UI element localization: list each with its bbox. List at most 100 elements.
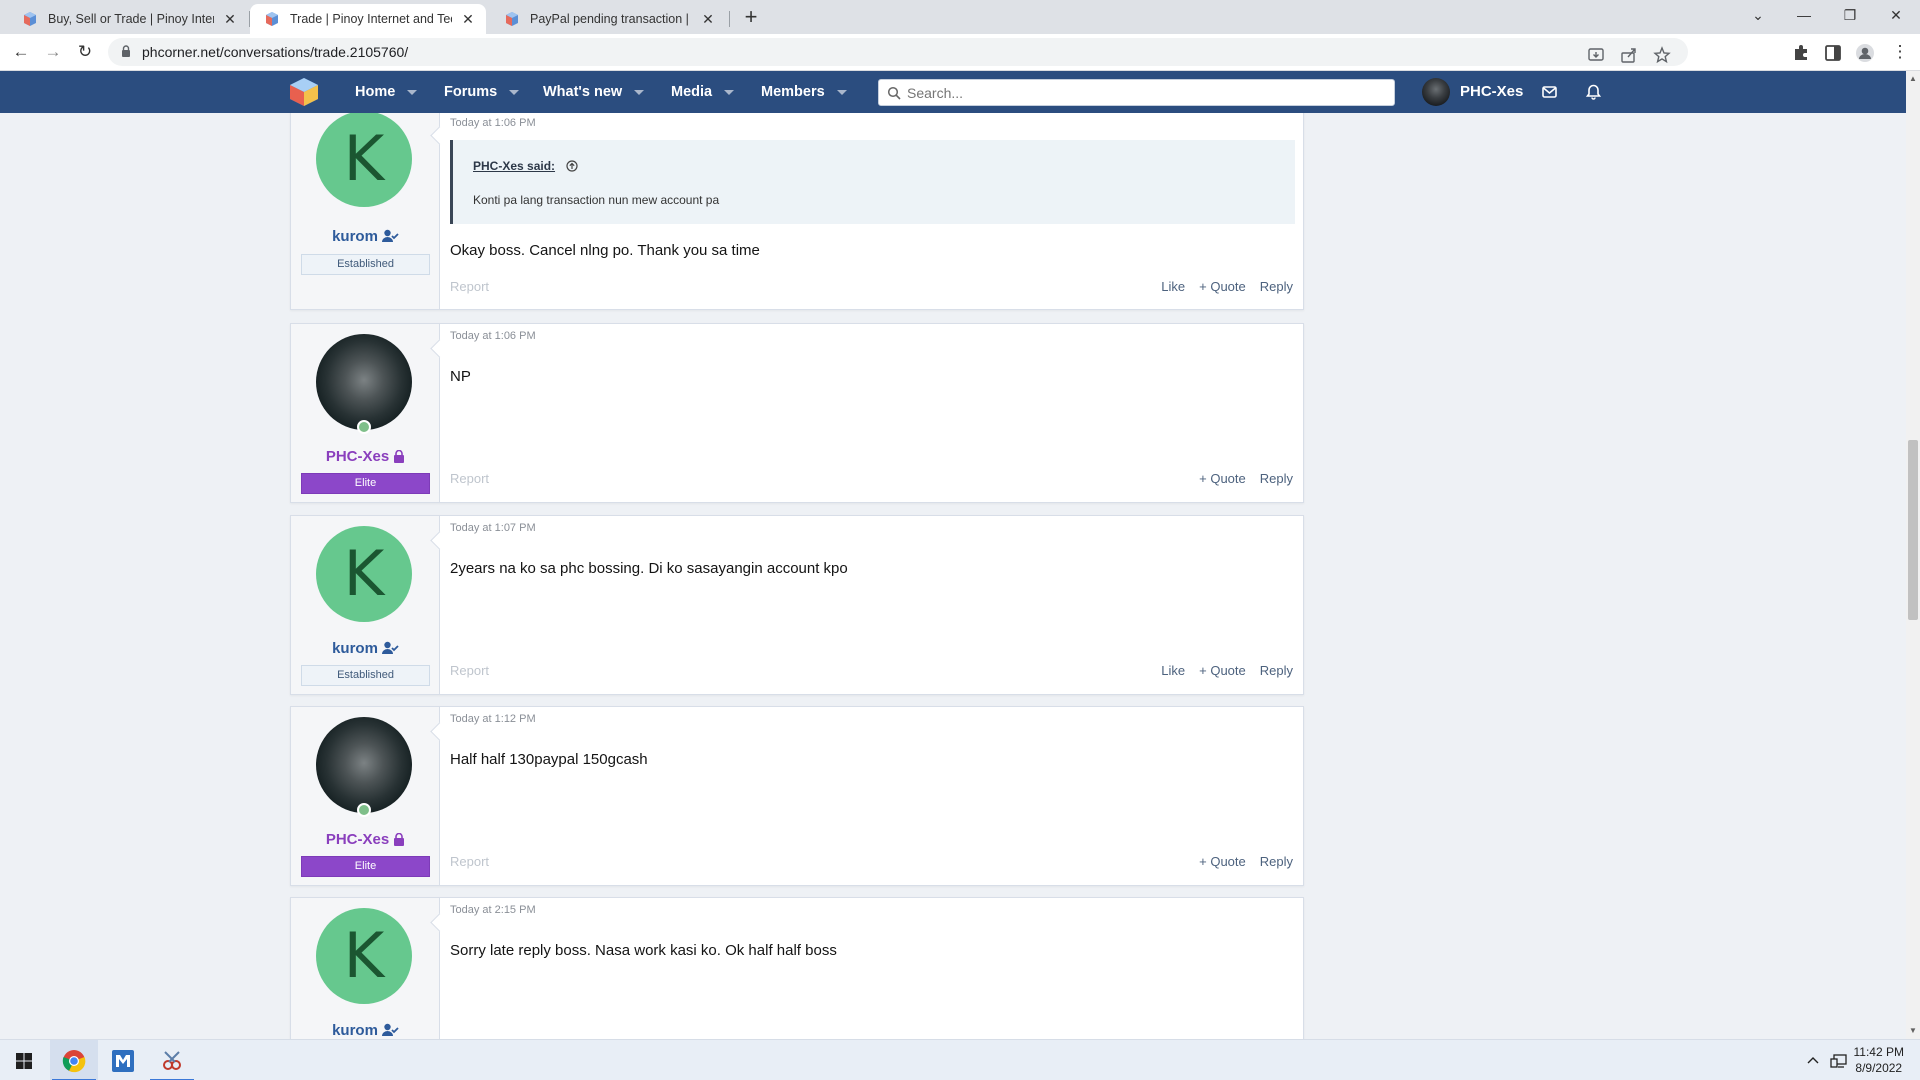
bell-icon[interactable] [1585, 84, 1602, 100]
avatar[interactable]: K [316, 908, 412, 1004]
message-time[interactable]: Today at 1:07 PM [450, 522, 536, 534]
quote-link[interactable]: + Quote [1199, 854, 1246, 869]
reply-link[interactable]: Reply [1260, 471, 1293, 486]
nav-media[interactable]: Media [671, 71, 735, 113]
message-main: Today at 1:07 PM 2years na ko sa phc bos… [450, 516, 1303, 694]
tray-chevron-up-icon[interactable] [1805, 1053, 1821, 1069]
quote-link[interactable]: + Quote [1199, 471, 1246, 486]
lock-icon [394, 832, 405, 846]
reply-link[interactable]: Reply [1260, 279, 1293, 294]
message-username[interactable]: kurom [291, 228, 440, 245]
message-user-cell: K kurom [291, 898, 440, 1039]
install-app-icon[interactable] [1587, 46, 1605, 64]
omnibox[interactable]: phcorner.net/conversations/trade.2105760… [108, 38, 1688, 66]
like-link[interactable]: Like [1161, 663, 1185, 678]
network-display-icon[interactable] [1830, 1053, 1847, 1069]
browser-tab[interactable]: Buy, Sell or Trade | Pinoy Internet ✕ [8, 4, 248, 34]
report-link[interactable]: Report [450, 279, 489, 294]
nav-members[interactable]: Members [761, 71, 847, 113]
like-link[interactable]: Like [1161, 279, 1185, 294]
quote-text: Konti pa lang transaction nun mew accoun… [473, 193, 720, 207]
message-user-cell: K kurom Established [291, 113, 440, 309]
close-tab-icon[interactable]: ✕ [700, 11, 716, 28]
menu-kebab-icon[interactable]: ⋮ [1887, 39, 1913, 65]
minimize-icon[interactable]: — [1781, 0, 1827, 32]
scroll-up-arrow-icon[interactable]: ▲ [1906, 72, 1920, 86]
windows-start-icon[interactable] [0, 1040, 48, 1080]
message-body: Okay boss. Cancel nlng po. Thank you sa … [450, 242, 760, 259]
message: PHC-Xes Elite Today at 1:06 PM NP Report… [290, 323, 1304, 503]
phcorner-favicon-icon [266, 12, 278, 26]
message-username[interactable]: PHC-Xes [291, 448, 440, 465]
reply-link[interactable]: Reply [1260, 663, 1293, 678]
message: PHC-Xes Elite Today at 1:12 PM Half half… [290, 706, 1304, 886]
report-link[interactable]: Report [450, 854, 489, 869]
online-indicator [357, 420, 371, 434]
quote-link[interactable]: + Quote [1199, 279, 1246, 294]
reply-link[interactable]: Reply [1260, 854, 1293, 869]
nav-home[interactable]: Home [355, 71, 418, 113]
scroll-down-arrow-icon[interactable]: ▼ [1906, 1024, 1920, 1038]
close-tab-icon[interactable]: ✕ [222, 11, 238, 28]
avatar[interactable] [316, 717, 412, 813]
avatar[interactable]: K [316, 526, 412, 622]
caret-down-icon[interactable] [724, 89, 735, 95]
message-time[interactable]: Today at 2:15 PM [450, 904, 536, 916]
forward-arrow-icon[interactable]: → [40, 39, 66, 65]
message-main: Today at 1:06 PM PHC-Xes said: Konti pa … [450, 113, 1303, 309]
report-link[interactable]: Report [450, 663, 489, 678]
browser-tab-active[interactable]: Trade | Pinoy Internet and Techno ✕ [250, 4, 486, 34]
report-link[interactable]: Report [450, 471, 489, 486]
message-actions: Report Like + Quote Reply [450, 279, 1293, 297]
phcorner-logo[interactable] [287, 76, 321, 108]
reload-icon[interactable]: ↻ [72, 39, 98, 65]
message-username[interactable]: kurom [291, 1022, 440, 1039]
app-m-taskbar-icon[interactable] [99, 1040, 147, 1080]
lock-icon [122, 45, 130, 57]
side-panel-icon[interactable] [1823, 43, 1843, 63]
close-tab-icon[interactable]: ✕ [460, 11, 476, 28]
caret-down-icon[interactable] [407, 89, 418, 95]
profile-icon[interactable] [1855, 43, 1875, 63]
message-actions: Report Like + Quote Reply [450, 663, 1293, 681]
avatar[interactable]: K [316, 113, 412, 207]
extensions-puzzle-icon[interactable] [1791, 43, 1811, 63]
message-time[interactable]: Today at 1:12 PM [450, 713, 536, 725]
header-username[interactable]: PHC-Xes [1460, 83, 1523, 100]
snipping-tool-taskbar-icon[interactable] [148, 1040, 196, 1080]
scrollbar-thumb[interactable] [1908, 440, 1918, 620]
username-text: kurom [332, 640, 378, 657]
message-time[interactable]: Today at 1:06 PM [450, 330, 536, 342]
nav-whats-new[interactable]: What's new [543, 71, 645, 113]
browser-tab[interactable]: PayPal pending transaction | Pinoy ✕ [490, 4, 726, 34]
user-check-icon [381, 1023, 399, 1036]
inbox-envelope-icon[interactable] [1541, 84, 1558, 100]
nav-label: Forums [444, 84, 498, 100]
message-body: Half half 130paypal 150gcash [450, 751, 648, 768]
search-box[interactable] [878, 79, 1395, 106]
bookmark-star-icon[interactable] [1653, 46, 1671, 64]
back-arrow-icon[interactable]: ← [8, 39, 34, 65]
avatar[interactable] [1422, 78, 1450, 106]
caret-down-icon[interactable] [634, 89, 645, 95]
arrow-up-circle-icon[interactable] [566, 160, 578, 172]
share-icon[interactable] [1620, 46, 1638, 64]
restore-icon[interactable]: ❐ [1827, 0, 1873, 32]
new-tab-button[interactable]: + [737, 4, 765, 32]
message-time[interactable]: Today at 1:06 PM [450, 117, 536, 129]
chrome-taskbar-icon[interactable] [50, 1040, 98, 1080]
address-bar: ← → ↻ phcorner.net/conversations/trade.2… [0, 34, 1920, 71]
system-clock[interactable]: 11:42 PM 8/9/2022 [1854, 1044, 1904, 1076]
message-username[interactable]: kurom [291, 640, 440, 657]
nav-forums[interactable]: Forums [444, 71, 520, 113]
quote-author[interactable]: PHC-Xes said: [473, 159, 555, 173]
search-input[interactable] [879, 80, 1394, 105]
caret-down-icon[interactable] [836, 89, 847, 95]
quote-link[interactable]: + Quote [1199, 663, 1246, 678]
tab-search-icon[interactable]: ⌄ [1735, 0, 1781, 32]
caret-down-icon[interactable] [509, 89, 520, 95]
message-username[interactable]: PHC-Xes [291, 831, 440, 848]
close-window-icon[interactable]: ✕ [1873, 0, 1919, 32]
url-text: phcorner.net/conversations/trade.2105760… [142, 44, 409, 60]
avatar[interactable] [316, 334, 412, 430]
